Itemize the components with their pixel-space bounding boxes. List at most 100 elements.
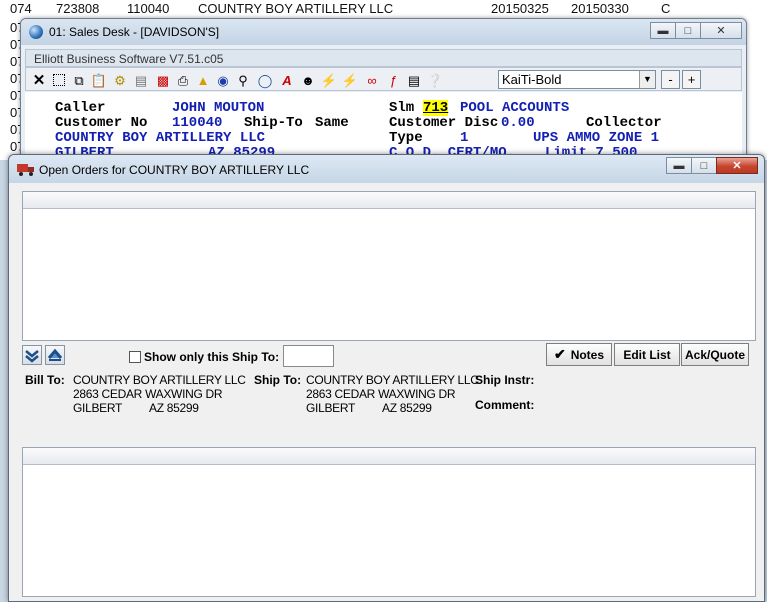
comment-label: Comment: — [475, 398, 535, 412]
orders-action-bar: Show only this Ship To: ✔ Notes Edit Lis… — [22, 343, 756, 373]
checkmark-icon: ✔ — [553, 346, 566, 362]
maximize-icon: □ — [700, 159, 708, 172]
software-version: Elliott Business Software V7.51.c05 — [34, 52, 224, 66]
toolbar: ✕ ⧉ 📋 ⚙ ▤ ▩ ⎙ ▲ ◉ ⚲ ◯ A ☻ ⚡ ⚡ ∞ ƒ ▤ ❔ Ka… — [25, 67, 742, 91]
bill-to-name: COUNTRY BOY ARTILLERY LLC — [73, 373, 246, 387]
red-a-icon[interactable]: A — [278, 71, 296, 89]
link-icon[interactable]: ∞ — [363, 71, 381, 89]
customer-name: COUNTRY BOY ARTILLERY LLC — [55, 130, 266, 146]
lightning-icon[interactable]: ⚡ — [320, 71, 338, 89]
person-icon[interactable]: ☻ — [299, 71, 317, 89]
grid-header — [23, 448, 755, 465]
ship-to-name: COUNTRY BOY ARTILLERY LLC — [306, 373, 479, 387]
gear-icon[interactable]: ⚙ — [111, 71, 129, 89]
ship-to-filter-input[interactable] — [283, 345, 334, 367]
font-increase-button[interactable]: + — [682, 70, 701, 89]
ack-quote-button[interactable]: Ack/Quote — [681, 343, 749, 366]
maximize-button[interactable]: □ — [691, 157, 717, 174]
slm-description: POOL ACCOUNTS — [460, 100, 570, 116]
close-button[interactable]: ✕ — [700, 22, 742, 39]
list-cell: 20150325 — [491, 1, 549, 16]
bill-to-address: 2863 CEDAR WAXWING DR — [73, 387, 223, 401]
list-cell: 074 — [10, 1, 32, 16]
list-cell: 110040 — [127, 1, 170, 16]
list-item[interactable]: 074 723808 110040 COUNTRY BOY ARTILLERY … — [0, 1, 767, 17]
minimize-button[interactable]: ▬ — [650, 22, 676, 39]
ups-zone: UPS AMMO ZONE 1 — [533, 130, 660, 146]
customer-disc-label: Customer Disc — [389, 115, 499, 131]
magnifier-icon[interactable]: ⚲ — [234, 71, 252, 89]
list-cell: 723808 — [56, 1, 100, 16]
print-icon[interactable]: ⎙ — [174, 71, 192, 89]
ship-to-label: Ship To: — [254, 373, 302, 387]
move-down-button[interactable] — [22, 345, 42, 365]
list-cell: 20150330 — [571, 1, 629, 16]
customer-disc-value: 0.00 — [501, 115, 535, 131]
grid-header — [23, 192, 755, 209]
copy-icon[interactable]: ⧉ — [70, 71, 88, 89]
customer-no-label: Customer No — [55, 115, 148, 131]
lightning-box-icon[interactable]: ⚡ — [341, 71, 359, 89]
caller-value[interactable]: JOHN MOUTON — [172, 100, 264, 116]
font-select[interactable]: KaiTi-Bold ▼ — [498, 70, 656, 89]
window-controls: ▬ □ ✕ — [666, 157, 758, 174]
caller-label: Caller — [55, 100, 106, 116]
close-button[interactable]: ✕ — [716, 157, 758, 174]
app-globe-icon — [29, 25, 43, 39]
window-title: 01: Sales Desk - [DAVIDSON'S] — [49, 25, 220, 39]
bell-icon[interactable]: ▲ — [194, 71, 212, 89]
ship-to-city: GILBERT — [306, 401, 356, 415]
font-decrease-button[interactable]: - — [661, 70, 680, 89]
move-up-button[interactable] — [45, 345, 65, 365]
sales-desk-titlebar[interactable]: 01: Sales Desk - [DAVIDSON'S] ▬ □ ✕ — [21, 19, 746, 45]
open-orders-titlebar[interactable]: Open Orders for COUNTRY BOY ARTILLERY LL… — [9, 155, 764, 183]
database-icon[interactable]: ▩ — [154, 71, 172, 89]
chevron-down-icon[interactable]: ▼ — [639, 71, 655, 88]
show-only-shipto-checkbox[interactable] — [129, 351, 141, 363]
software-version-bar: Elliott Business Software V7.51.c05 — [25, 49, 742, 67]
bill-to-state-zip: AZ 85299 — [149, 401, 199, 415]
notepad-icon[interactable]: ▤ — [405, 71, 423, 89]
down-chevron-icon — [25, 350, 39, 363]
paste-icon[interactable]: 📋 — [90, 71, 108, 89]
customer-no-value[interactable]: 110040 — [172, 115, 222, 131]
shipto-value[interactable]: Same — [315, 115, 349, 131]
function-icon[interactable]: ƒ — [384, 71, 402, 89]
font-select-value: KaiTi-Bold — [502, 72, 562, 87]
slm-label: Slm — [389, 100, 415, 116]
bill-to-label: Bill To: — [25, 373, 65, 387]
ship-instr-label: Ship Instr: — [475, 373, 535, 387]
ship-to-address: 2863 CEDAR WAXWING DR — [306, 387, 456, 401]
truck-icon — [17, 164, 34, 176]
order-lines-grid[interactable] — [22, 447, 756, 597]
notes-button-label: Notes — [570, 347, 605, 362]
binoculars-icon[interactable]: ◉ — [214, 71, 232, 89]
select-rect-icon[interactable] — [50, 71, 68, 89]
type-label: Type — [389, 130, 423, 146]
up-chevron-icon — [47, 348, 63, 361]
sales-desk-window: 01: Sales Desk - [DAVIDSON'S] ▬ □ ✕ Elli… — [20, 18, 747, 168]
window-title: Open Orders for COUNTRY BOY ARTILLERY LL… — [39, 163, 310, 177]
slm-value[interactable]: 713 — [423, 100, 449, 116]
maximize-icon: □ — [684, 24, 692, 37]
minimize-icon: ▬ — [673, 159, 685, 172]
bill-to-city: GILBERT — [73, 401, 123, 415]
close-icon: ✕ — [716, 25, 726, 37]
properties-icon[interactable]: ▤ — [132, 71, 150, 89]
open-orders-grid[interactable] — [22, 191, 756, 341]
collector-label: Collector — [586, 115, 662, 131]
ship-to-state-zip: AZ 85299 — [382, 401, 432, 415]
edit-list-button[interactable]: Edit List — [614, 343, 680, 366]
close-x-icon[interactable]: ✕ — [30, 71, 48, 89]
globe-icon[interactable]: ◯ — [256, 71, 274, 89]
show-only-shipto-label: Show only this Ship To: — [144, 350, 280, 364]
notes-button[interactable]: ✔ Notes — [546, 343, 612, 366]
minimize-button[interactable]: ▬ — [666, 157, 692, 174]
maximize-button[interactable]: □ — [675, 22, 701, 39]
list-cell: C — [661, 1, 671, 16]
window-controls: ▬ □ ✕ — [650, 22, 742, 39]
close-icon: ✕ — [732, 160, 742, 172]
shipto-label: Ship-To — [244, 115, 303, 131]
help-pointer-icon[interactable]: ❔ — [426, 71, 444, 89]
list-cell: COUNTRY BOY ARTILLERY LLC — [198, 1, 394, 16]
